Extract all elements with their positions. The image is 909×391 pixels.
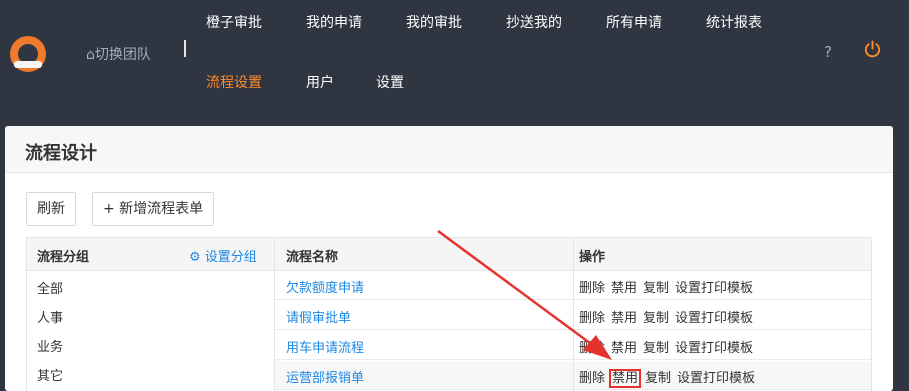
copy-link[interactable]: 复制 — [643, 281, 669, 296]
app-logo[interactable] — [10, 36, 46, 72]
group-item-all[interactable]: 全部 — [37, 278, 63, 297]
delete-link[interactable]: 删除 — [579, 371, 605, 386]
delete-link[interactable]: 删除 — [579, 341, 605, 356]
disable-link[interactable]: 禁用 — [611, 281, 637, 296]
workflow-name-link[interactable]: 运营部报销单 — [286, 367, 364, 386]
top-navigation-bar: ⌂切换团队 橙子审批 我的申请 我的审批 抄送我的 所有申请 统计报表 流程设置… — [0, 0, 909, 120]
group-item-business[interactable]: 业务 — [37, 336, 63, 355]
panel-header — [5, 126, 893, 173]
copy-link[interactable]: 复制 — [645, 371, 671, 386]
page-title: 流程设计 — [25, 143, 97, 164]
switch-team-link[interactable]: ⌂切换团队 — [86, 44, 151, 64]
nav-settings[interactable]: 设置 — [376, 72, 404, 92]
row-actions: 删除 禁用 复制 设置打印模板 — [579, 337, 759, 356]
nav-all-requests[interactable]: 所有申请 — [606, 12, 662, 32]
workflow-name-link[interactable]: 请假审批单 — [286, 307, 351, 326]
print-template-link[interactable]: 设置打印模板 — [675, 311, 753, 326]
power-icon[interactable] — [863, 40, 882, 59]
disable-link-highlighted[interactable]: 禁用 — [609, 369, 642, 388]
nav-cc-to-me[interactable]: 抄送我的 — [506, 12, 562, 32]
set-groups-button[interactable]: ⚙ 设置分组 — [189, 246, 257, 265]
nav-my-requests[interactable]: 我的申请 — [306, 12, 362, 32]
refresh-button[interactable]: 刷新 — [26, 192, 76, 226]
disable-link[interactable]: 禁用 — [611, 311, 637, 326]
workflow-table: 流程名称 操作 欠款额度申请 删除 禁用 复制 设置打印模板 请假审批单 删除 禁用 复制… — [275, 237, 872, 391]
col-actions: 操作 — [579, 250, 606, 265]
workflow-name-link[interactable]: 用车申请流程 — [286, 337, 364, 356]
nav-users[interactable]: 用户 — [306, 72, 334, 92]
workflow-name-link[interactable]: 欠款额度申请 — [286, 277, 364, 296]
add-workflow-form-button[interactable]: + 新增流程表单 — [92, 192, 215, 226]
column-divider — [573, 238, 574, 391]
group-item-hr[interactable]: 人事 — [37, 307, 63, 326]
group-column-header: 流程分组 — [37, 250, 90, 265]
nav-my-approvals[interactable]: 我的审批 — [406, 12, 462, 32]
print-template-link[interactable]: 设置打印模板 — [675, 281, 753, 296]
disable-link[interactable]: 禁用 — [611, 341, 637, 356]
nav-statistics[interactable]: 统计报表 — [706, 12, 762, 32]
row-actions: 删除 禁用 复制 设置打印模板 — [579, 307, 759, 326]
row-actions: 删除 禁用 复制 设置打印模板 — [579, 277, 759, 296]
copy-link[interactable]: 复制 — [643, 311, 669, 326]
print-template-link[interactable]: 设置打印模板 — [675, 341, 753, 356]
group-list-header: 流程分组 ⚙ 设置分组 — [27, 238, 274, 271]
row-actions: 删除 禁用 复制 设置打印模板 — [579, 367, 761, 388]
copy-link[interactable]: 复制 — [643, 341, 669, 356]
workflow-group-list: 流程分组 ⚙ 设置分组 全部 人事 业务 其它 — [26, 237, 275, 391]
delete-link[interactable]: 删除 — [579, 281, 605, 296]
col-workflow-name: 流程名称 — [286, 250, 339, 265]
nav-orange-approval[interactable]: 橙子审批 — [206, 12, 262, 32]
divider — [184, 40, 186, 57]
delete-link[interactable]: 删除 — [579, 311, 605, 326]
help-icon[interactable]: ? — [824, 43, 832, 61]
nav-workflow-settings[interactable]: 流程设置 — [206, 72, 262, 92]
print-template-link[interactable]: 设置打印模板 — [677, 371, 755, 386]
group-item-other[interactable]: 其它 — [37, 365, 63, 384]
